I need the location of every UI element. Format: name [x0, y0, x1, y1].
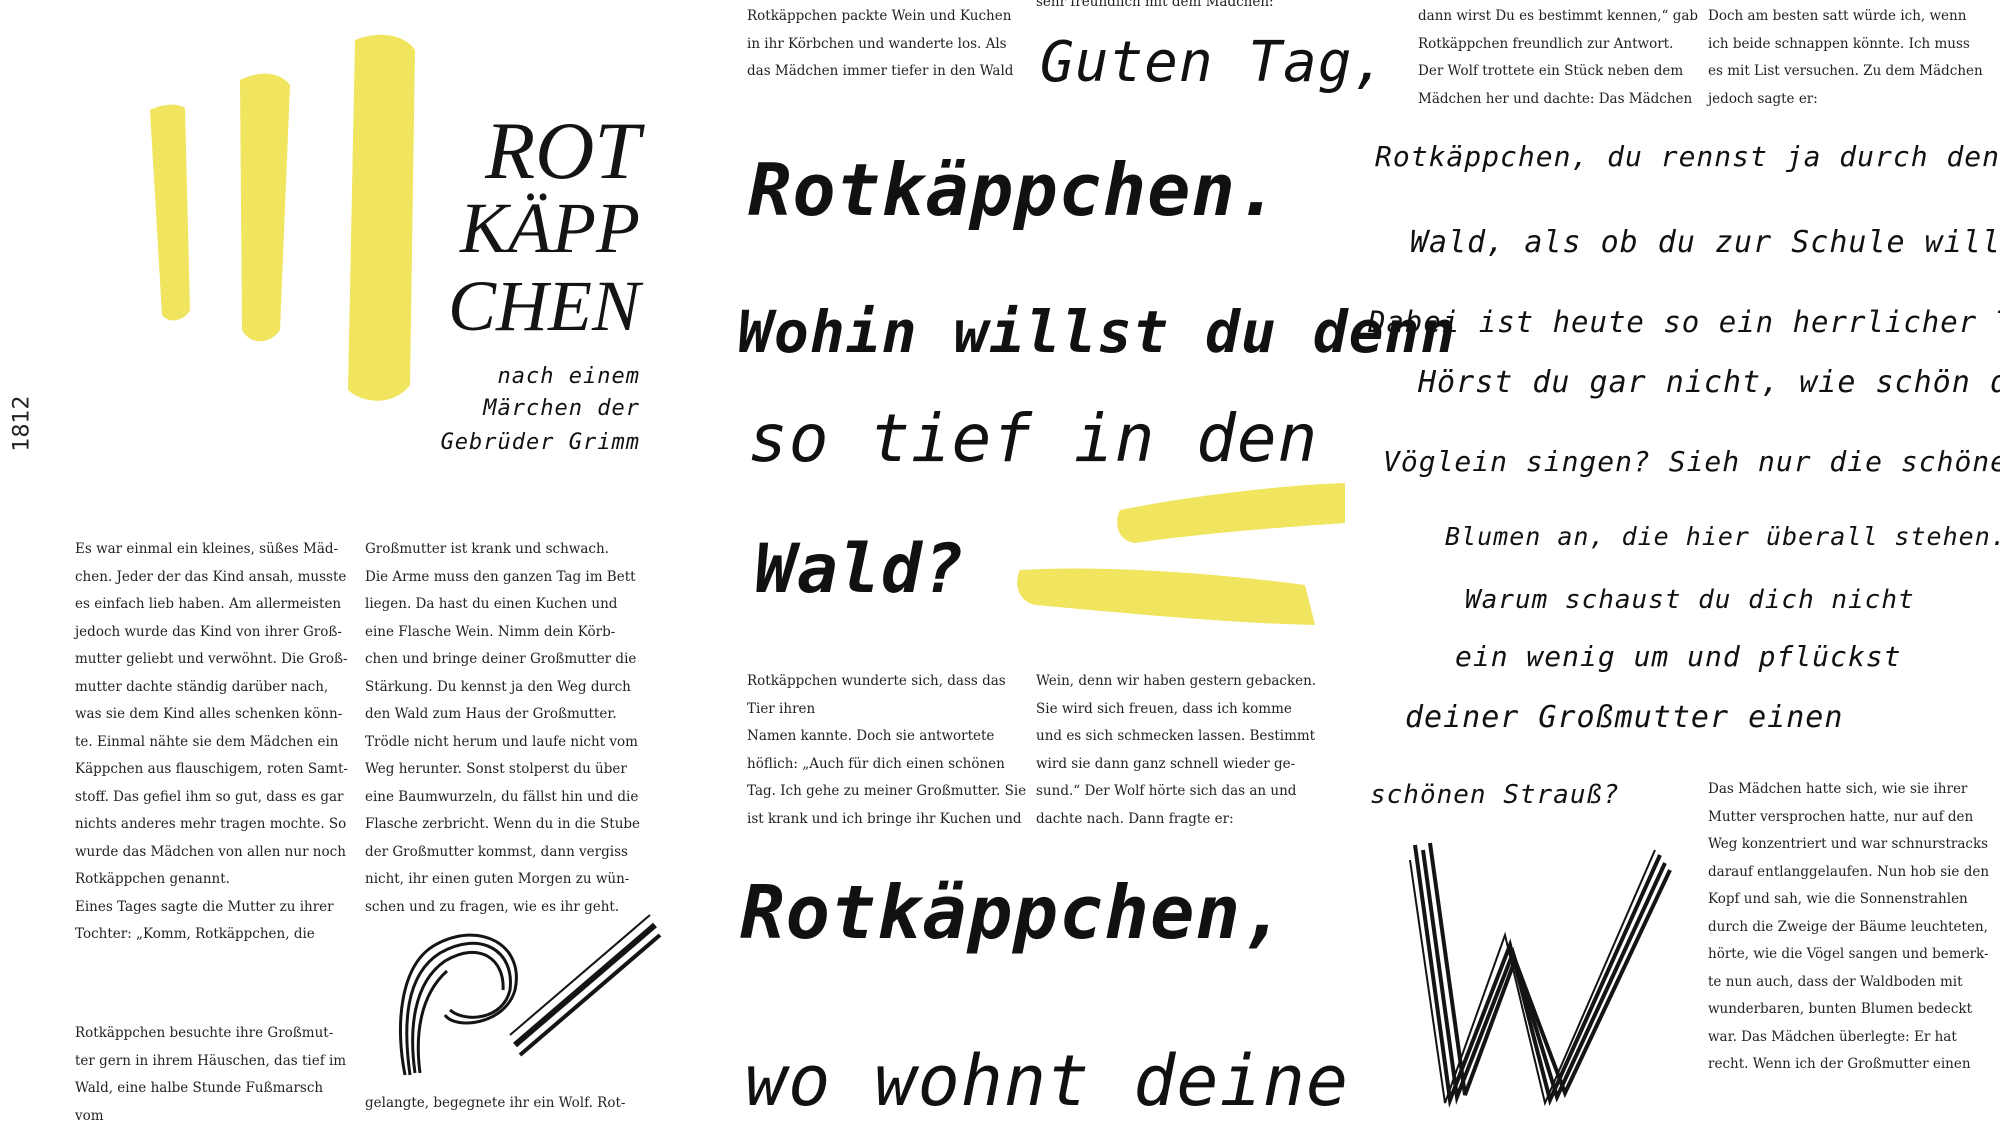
- hand-wohin: Wohin willst du denn: [738, 298, 1457, 366]
- page3-column2-bottom-text: Das Mädchen hatte sich, wie sie ihrer Mu…: [1708, 781, 1990, 1072]
- hand-line-8: ein wenig um und pflückst: [1455, 640, 1902, 673]
- page2-column2-mid-text: Wein, denn wir haben gestern gebacken. S…: [1036, 673, 1317, 827]
- hand-rotkappchen: Rotkäppchen.: [748, 148, 1281, 232]
- hand-line-2: Wald, als ob du zur Schule willst.: [1410, 225, 2000, 260]
- subtitle-line-2: Märchen der: [483, 396, 640, 421]
- hand-guten-tag: Guten Tag,: [1040, 30, 1388, 95]
- hand-line-3: Dabei ist heute so ein herrlicher Tag.: [1368, 305, 2000, 339]
- page1-column2-text-b: gelangte, begegnete ihr ein Wolf. Rot-: [365, 1095, 626, 1111]
- hand-line-9: deiner Großmutter einen: [1405, 700, 1844, 735]
- hand-line-4: Hörst du gar nicht, wie schön die: [1418, 365, 2000, 400]
- page3-column1-top-text: dann wirst Du es bestimmt kennen,“ gab R…: [1418, 8, 1699, 107]
- hand-wo-wohnt: wo wohnt deine: [745, 1040, 1350, 1122]
- hand-rotkappchen-2: Rotkäppchen,: [740, 870, 1287, 956]
- page2-column1-top-text: Rotkäppchen packte Wein und Kuchen in ih…: [747, 8, 1014, 79]
- hand-line-6: Blumen an, die hier überall stehen.: [1445, 522, 2000, 551]
- subtitle-line-1: nach einem: [497, 364, 640, 389]
- hand-line-7: Warum schaust du dich nicht: [1465, 585, 1915, 615]
- page1-column1-text-a: Es war einmal ein kleines, süßes Mäd- ch…: [75, 541, 348, 942]
- hand-line-1: Rotkäppchen, du rennst ja durch den: [1375, 140, 2000, 173]
- page3-column2-top-text: Doch am besten satt würde ich, wenn ich …: [1708, 8, 1983, 107]
- page1-column1-text-b: Rotkäppchen besuchte ihre Großmut- ter g…: [75, 1025, 347, 1124]
- hand-line-5: Vöglein singen? Sieh nur die schönen: [1383, 445, 2000, 478]
- yellow-brush-strokes-page2-icon: [1017, 483, 1345, 625]
- scribbled-letter-r-icon: [398, 914, 662, 1076]
- year-label: 1812: [9, 395, 35, 451]
- page1-column2-text-a: Großmutter ist krank und schwach. Die Ar…: [365, 541, 641, 915]
- title-line-3: CHEN: [447, 266, 640, 346]
- page2-column1-mid-text: Rotkäppchen wunderte sich, dass das Tier…: [747, 673, 1027, 827]
- title-line-1: ROT: [485, 105, 640, 196]
- hand-line-10: schönen Strauß?: [1370, 780, 1620, 810]
- page2-column2-top-text: sehr freundlich mit dem Mädchen:: [1036, 0, 1274, 10]
- subtitle-line-3: Gebrüder Grimm: [440, 430, 640, 455]
- scribbled-letter-w-icon: [1409, 842, 1672, 1108]
- hand-wald: Wald?: [755, 530, 965, 609]
- title-line-2: KÄPP: [460, 188, 640, 268]
